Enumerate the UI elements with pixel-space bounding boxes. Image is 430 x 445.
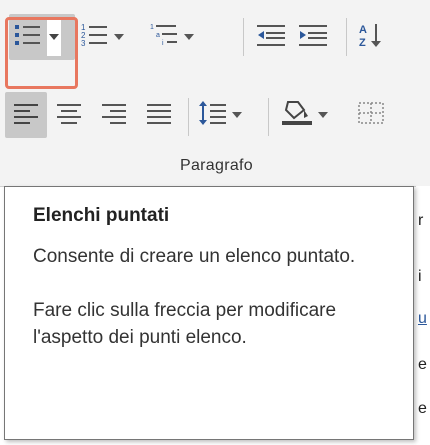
increase-indent-button[interactable]: [297, 14, 329, 60]
align-right-button[interactable]: [100, 92, 128, 138]
document-edge-char: i: [418, 268, 422, 285]
ribbon-paragraph-group: 1 2 3 1 a i A Z Paragrafo: [0, 0, 430, 186]
chevron-down-icon[interactable]: [184, 34, 194, 40]
shading-button[interactable]: [280, 92, 328, 138]
justify-button[interactable]: [145, 92, 173, 138]
numbering-icon: 1 2 3: [80, 20, 110, 55]
justify-icon: [145, 100, 173, 131]
shading-icon: [280, 98, 314, 133]
toolbar-separator: [243, 18, 244, 56]
align-right-icon: [100, 100, 128, 131]
svg-text:Z: Z: [359, 37, 366, 49]
decrease-indent-button[interactable]: [255, 14, 287, 60]
numbering-button[interactable]: 1 2 3: [80, 14, 124, 60]
document-edge-char: e: [418, 400, 427, 417]
align-left-button[interactable]: [5, 92, 47, 138]
toolbar-separator: [268, 98, 269, 136]
multilevel-list-button[interactable]: 1 a i: [150, 14, 194, 60]
svg-text:A: A: [359, 24, 367, 36]
tooltip-description: Consente di creare un elenco puntato.: [33, 246, 356, 267]
borders-icon: [356, 99, 386, 132]
tooltip-hint: Fare clic sulla freccia per modificare l…: [33, 300, 337, 348]
toolbar-separator: [188, 98, 189, 136]
sort-button[interactable]: A Z: [358, 14, 388, 60]
tooltip-title: Elenchi puntati: [33, 205, 170, 226]
decrease-indent-icon: [255, 20, 287, 55]
chevron-down-icon[interactable]: [232, 112, 242, 118]
chevron-down-icon[interactable]: [114, 34, 124, 40]
ribbon-row-alignment: [0, 92, 430, 144]
document-edge-char: r: [418, 212, 424, 229]
group-label: Paragrafo: [180, 157, 253, 174]
svg-text:1: 1: [150, 24, 154, 31]
line-spacing-button[interactable]: [198, 92, 242, 138]
align-left-icon: [12, 100, 40, 131]
align-center-button[interactable]: [55, 92, 83, 138]
borders-button[interactable]: [356, 92, 386, 138]
svg-text:3: 3: [81, 39, 86, 48]
ribbon-row-lists: 1 2 3 1 a i A Z: [0, 12, 430, 89]
align-center-icon: [55, 100, 83, 131]
chevron-down-icon[interactable]: [318, 112, 328, 118]
document-edge-char: e: [418, 356, 427, 373]
bullets-tooltip: Elenchi puntati Consente di creare un el…: [4, 186, 414, 440]
highlight-frame: [5, 17, 78, 89]
sort-icon: A Z: [358, 20, 388, 55]
svg-text:a: a: [156, 32, 160, 39]
toolbar-separator: [346, 18, 347, 56]
svg-text:i: i: [162, 40, 164, 47]
document-edge-char: u: [418, 310, 427, 327]
line-spacing-icon: [198, 99, 228, 132]
multilevel-list-icon: 1 a i: [150, 20, 180, 55]
increase-indent-icon: [297, 20, 329, 55]
